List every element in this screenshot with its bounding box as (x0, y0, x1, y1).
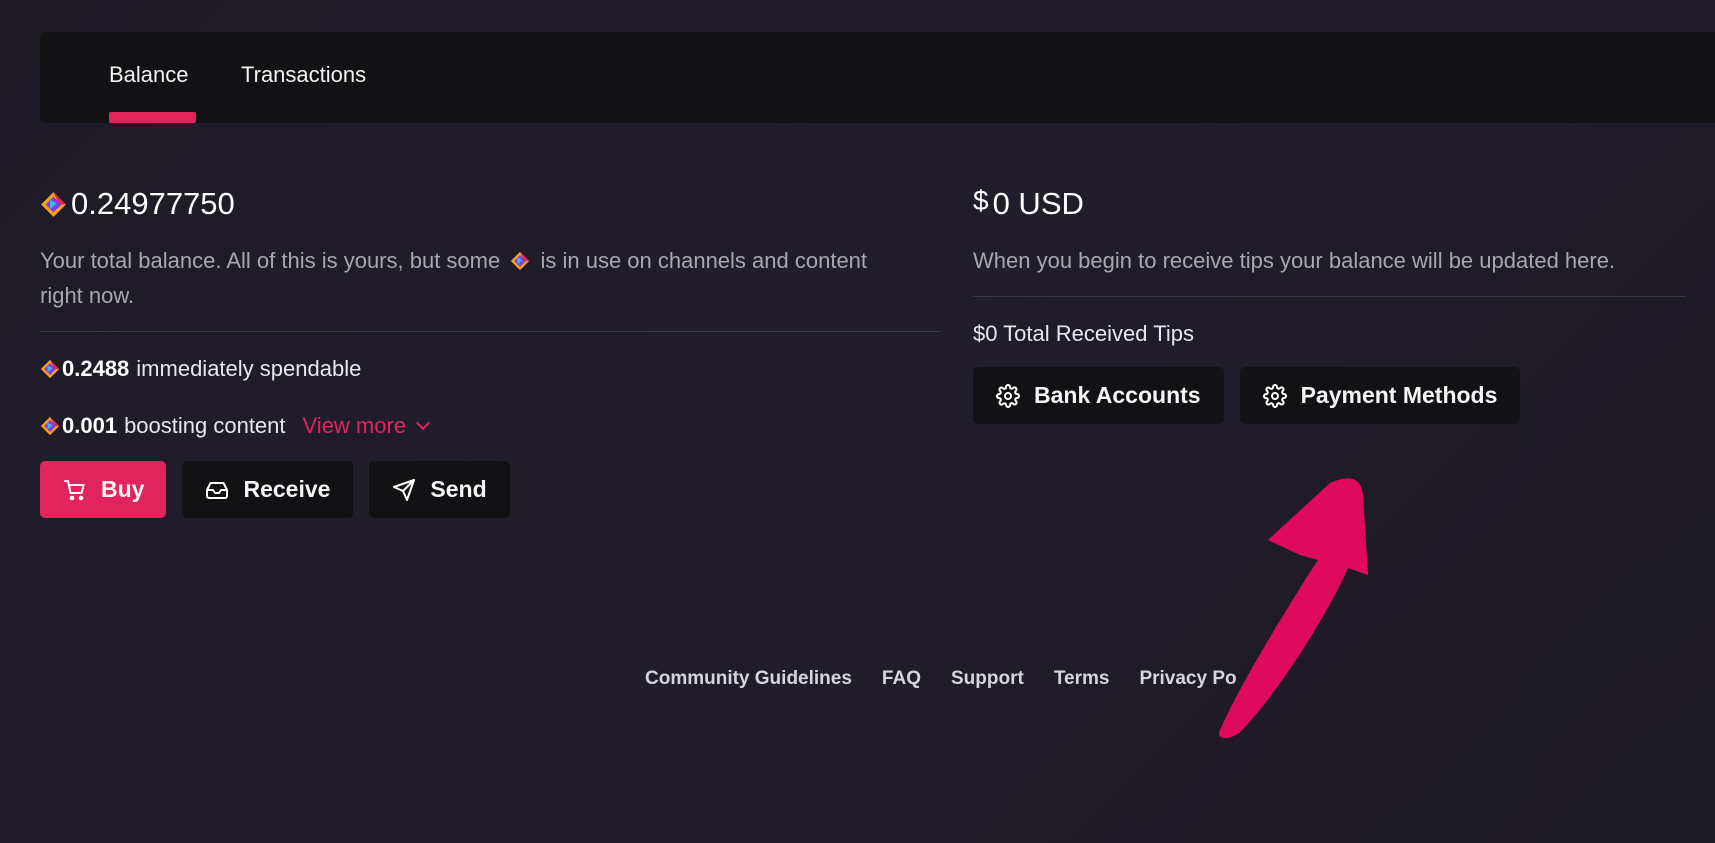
footer-link-faq[interactable]: FAQ (882, 668, 921, 690)
buy-button[interactable]: Buy (40, 461, 167, 518)
bank-accounts-label: Bank Accounts (1034, 382, 1201, 408)
annotation-arrow (1218, 478, 1368, 739)
usd-total-value: 0 USD (992, 186, 1084, 221)
spendable-value: 0.2488 (62, 356, 130, 381)
view-more-link[interactable]: View more (302, 413, 431, 439)
footer-link-community-guidelines[interactable]: Community Guidelines (645, 668, 852, 690)
buy-label: Buy (101, 476, 145, 502)
usd-total: $ 0 USD (973, 180, 1685, 228)
active-tab-indicator (109, 112, 196, 123)
usd-description: When you begin to receive tips your bala… (973, 248, 1616, 273)
footer-link-privacy[interactable]: Privacy Po (1139, 668, 1236, 690)
send-button[interactable]: Send (369, 461, 510, 518)
gear-icon (1262, 383, 1287, 408)
credits-total-value: 0.24977750 (71, 186, 235, 221)
gear-icon (996, 383, 1020, 408)
lbc-credit-icon (40, 416, 60, 436)
boosting-label: boosting content (124, 413, 286, 438)
wallet-tabs: Balance Transactions (40, 32, 1715, 123)
usd-actions: Bank Accounts Payment Methods (973, 367, 1685, 424)
send-label: Send (430, 476, 487, 502)
bank-accounts-button[interactable]: Bank Accounts (973, 367, 1224, 424)
footer-links: Community Guidelines FAQ Support Terms P… (645, 668, 1237, 690)
payment-methods-label: Payment Methods (1300, 382, 1498, 408)
lbc-credit-icon (40, 191, 67, 218)
credits-actions: Buy Receive Send (40, 461, 940, 518)
credits-description: Your total balance. All of this is yours… (40, 243, 900, 313)
spendable-label: immediately spendable (136, 356, 362, 381)
footer-link-support[interactable]: Support (951, 668, 1024, 690)
total-received-tips: $0 Total Received Tips (973, 321, 1194, 346)
tab-balance[interactable]: Balance (109, 32, 189, 123)
spendable-stat: 0.2488 immediately spendable (40, 354, 940, 384)
chevron-down-icon (415, 415, 431, 431)
boosting-value: 0.001 (62, 413, 118, 438)
credits-description-text: Your total balance. All of this is yours… (40, 248, 501, 273)
credits-balance-panel: 0.24977750 Your total balance. All of th… (40, 180, 940, 518)
divider (40, 331, 940, 332)
receive-label: Receive (243, 476, 331, 502)
receive-button[interactable]: Receive (182, 461, 354, 518)
dollar-icon: $ (973, 185, 989, 216)
send-icon (393, 478, 416, 501)
divider (973, 296, 1685, 297)
wallet-page: Balance Transactions 0.24977750 Your tot… (0, 0, 1715, 843)
lbc-credit-icon (510, 251, 530, 271)
view-more-label: View more (302, 413, 407, 438)
usd-balance-panel: $ 0 USD When you begin to receive tips y… (973, 180, 1685, 424)
cart-icon (64, 479, 85, 500)
inbox-icon (206, 481, 229, 499)
credits-total: 0.24977750 (40, 180, 940, 228)
payment-methods-button[interactable]: Payment Methods (1239, 367, 1521, 424)
lbc-credit-icon (40, 359, 60, 379)
footer-link-terms[interactable]: Terms (1054, 668, 1110, 690)
boosting-stat: 0.001 boosting content View more (40, 411, 940, 441)
tab-transactions[interactable]: Transactions (241, 32, 366, 123)
